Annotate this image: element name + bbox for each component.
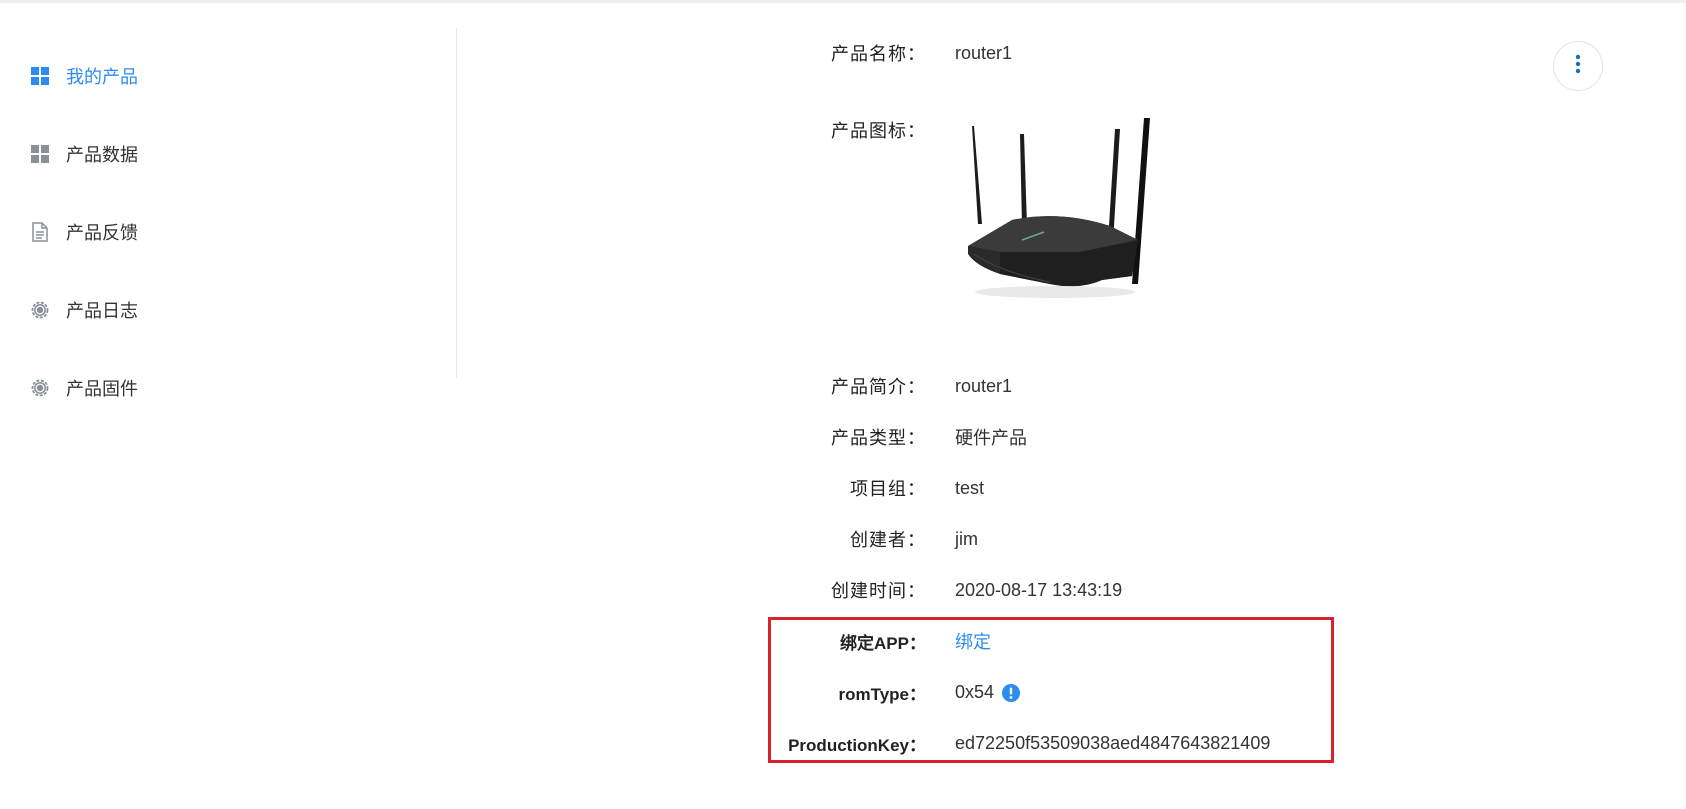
gear-icon: [30, 378, 50, 398]
sidebar: 我的产品 产品数据 产品反馈 产品日志 产品固件: [0, 28, 457, 400]
created-time-row: 创建时间： 2020-08-17 13:43:19: [760, 577, 1660, 603]
created-time-label: 创建时间：: [831, 581, 926, 602]
product-name-label: 产品名称：: [831, 44, 926, 65]
top-border: [0, 0, 1686, 3]
product-name-row: 产品名称： router1: [760, 40, 1660, 66]
sidebar-item-my-products[interactable]: 我的产品: [30, 64, 138, 88]
product-desc-row: 产品简介： router1: [760, 373, 1660, 399]
grid-icon: [30, 66, 50, 86]
sidebar-item-label: 我的产品: [66, 67, 138, 88]
highlight-box: [768, 617, 1334, 763]
product-image-router: [960, 114, 1160, 304]
grid-icon: [30, 144, 50, 164]
product-type-row: 产品类型： 硬件产品: [760, 424, 1660, 450]
sidebar-item-product-log[interactable]: 产品日志: [30, 298, 138, 322]
creator-row: 创建者： jim: [760, 526, 1660, 552]
project-group-row: 项目组： test: [760, 475, 1660, 501]
created-time-value: 2020-08-17 13:43:19: [955, 579, 1123, 600]
sidebar-item-label: 产品日志: [66, 301, 138, 322]
product-icon-row: 产品图标：: [760, 117, 1660, 143]
creator-value: jim: [955, 528, 978, 549]
gear-icon: [30, 300, 50, 320]
sidebar-item-label: 产品数据: [66, 145, 138, 166]
more-vertical-icon: [1575, 54, 1581, 79]
product-icon-label: 产品图标：: [831, 121, 926, 142]
product-type-label: 产品类型：: [831, 428, 926, 449]
sidebar-item-product-data[interactable]: 产品数据: [30, 142, 138, 166]
sidebar-item-label: 产品固件: [66, 379, 138, 400]
document-icon: [30, 222, 50, 242]
creator-label: 创建者：: [850, 530, 926, 551]
more-options-button[interactable]: [1553, 41, 1603, 91]
sidebar-item-product-firmware[interactable]: 产品固件: [30, 376, 138, 400]
sidebar-item-label: 产品反馈: [66, 223, 138, 244]
project-group-label: 项目组：: [850, 479, 926, 500]
product-name-value: router1: [955, 42, 1013, 63]
project-group-value: test: [955, 477, 985, 498]
product-desc-value: router1: [955, 375, 1013, 396]
product-desc-label: 产品简介：: [831, 377, 926, 398]
sidebar-item-product-feedback[interactable]: 产品反馈: [30, 220, 138, 244]
product-type-value: 硬件产品: [955, 428, 1027, 448]
